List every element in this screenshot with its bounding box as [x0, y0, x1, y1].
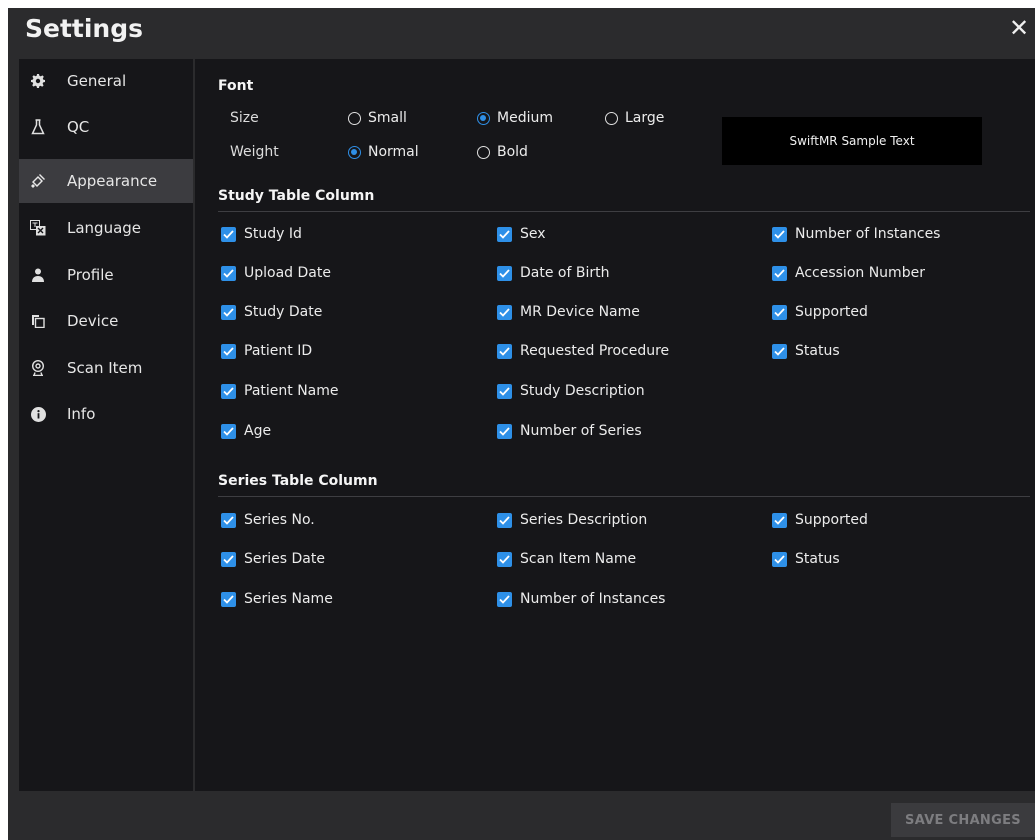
sidebar-item-language[interactable]: Language — [19, 206, 193, 250]
radio-size-large[interactable]: Large — [605, 110, 664, 126]
translate-icon — [29, 219, 47, 237]
checkbox-patient-name[interactable]: Patient Name — [221, 383, 339, 399]
sidebar-item-label: Profile — [67, 266, 114, 284]
check-icon — [221, 512, 236, 528]
checkbox-date-of-birth[interactable]: Date of Birth — [497, 265, 609, 281]
checkbox-requested-procedure[interactable]: Requested Procedure — [497, 343, 669, 359]
checkbox-supported[interactable]: Supported — [772, 304, 868, 320]
close-icon[interactable]: ✕ — [1007, 14, 1031, 42]
settings-sidebar: General QC Appearance Language Profile D… — [19, 59, 193, 791]
check-icon — [221, 423, 236, 439]
check-icon — [497, 304, 512, 320]
checkbox-patient-id[interactable]: Patient ID — [221, 343, 312, 359]
check-icon — [497, 591, 512, 607]
radio-circle — [605, 111, 618, 125]
sidebar-item-label: Scan Item — [67, 359, 143, 377]
check-icon — [772, 512, 787, 528]
section-divider — [218, 496, 1030, 497]
sidebar-item-label: Device — [67, 312, 119, 330]
user-icon — [29, 266, 47, 284]
checkbox-sex[interactable]: Sex — [497, 226, 546, 242]
radio-circle — [477, 145, 490, 159]
checkbox-series-no[interactable]: Series No. — [221, 512, 315, 528]
sidebar-item-info[interactable]: Info — [19, 392, 193, 436]
checkbox-series-description[interactable]: Series Description — [497, 512, 647, 528]
webcam-icon — [29, 359, 47, 377]
checkbox-scan-item-name[interactable]: Scan Item Name — [497, 551, 636, 567]
check-icon — [221, 265, 236, 281]
section-divider — [218, 211, 1030, 212]
checkbox-study-description[interactable]: Study Description — [497, 383, 645, 399]
checkbox-series-supported[interactable]: Supported — [772, 512, 868, 528]
sidebar-item-scan-item[interactable]: Scan Item — [19, 346, 193, 390]
gear-icon — [29, 72, 47, 90]
check-icon — [772, 265, 787, 281]
series-table-section-title: Series Table Column — [218, 473, 378, 489]
paint-brush-icon — [29, 172, 47, 190]
check-icon — [772, 343, 787, 359]
checkbox-accession-number[interactable]: Accession Number — [772, 265, 925, 281]
info-icon — [29, 405, 47, 423]
sidebar-item-appearance[interactable]: Appearance — [19, 159, 193, 203]
sidebar-item-label: Appearance — [67, 172, 158, 190]
checkbox-number-of-instances[interactable]: Number of Instances — [772, 226, 940, 242]
appearance-panel: Font Size Small Medium Large Weight Norm… — [195, 59, 1035, 791]
checkbox-series-name[interactable]: Series Name — [221, 591, 333, 607]
check-icon — [497, 343, 512, 359]
sidebar-item-label: General — [67, 72, 127, 90]
sidebar-item-label: Info — [67, 405, 96, 423]
dialog-title: Settings — [25, 14, 144, 43]
check-icon — [497, 423, 512, 439]
checkbox-age[interactable]: Age — [221, 423, 271, 439]
checkbox-mr-device-name[interactable]: MR Device Name — [497, 304, 640, 320]
checkbox-series-date[interactable]: Series Date — [221, 551, 325, 567]
checkbox-number-of-series[interactable]: Number of Series — [497, 423, 642, 439]
sidebar-item-profile[interactable]: Profile — [19, 253, 193, 297]
radio-size-small[interactable]: Small — [348, 110, 407, 126]
settings-dialog: Settings ✕ General QC Appearance Languag — [8, 8, 1035, 840]
sidebar-item-label: QC — [67, 118, 90, 136]
radio-circle — [348, 111, 361, 125]
check-icon — [772, 304, 787, 320]
font-sample-preview: SwiftMR Sample Text — [722, 117, 982, 165]
sidebar-item-qc[interactable]: QC — [19, 105, 193, 149]
sidebar-item-device[interactable]: Device — [19, 299, 193, 343]
check-icon — [497, 383, 512, 399]
check-icon — [221, 343, 236, 359]
check-icon — [497, 226, 512, 242]
checkbox-study-date[interactable]: Study Date — [221, 304, 322, 320]
radio-weight-normal[interactable]: Normal — [348, 144, 419, 160]
check-icon — [221, 551, 236, 567]
checkbox-series-status[interactable]: Status — [772, 551, 840, 567]
sidebar-item-general[interactable]: General — [19, 59, 193, 103]
checkbox-study-id[interactable]: Study Id — [221, 226, 302, 242]
radio-weight-bold[interactable]: Bold — [477, 144, 528, 160]
study-table-section-title: Study Table Column — [218, 188, 375, 204]
font-section-title: Font — [218, 78, 254, 94]
check-icon — [221, 226, 236, 242]
radio-circle — [477, 111, 490, 125]
check-icon — [221, 383, 236, 399]
font-size-label: Size — [230, 110, 259, 126]
check-icon — [221, 304, 236, 320]
font-weight-label: Weight — [230, 144, 279, 160]
check-icon — [221, 591, 236, 607]
checkbox-series-number-of-instances[interactable]: Number of Instances — [497, 591, 665, 607]
check-icon — [497, 551, 512, 567]
radio-size-medium[interactable]: Medium — [477, 110, 553, 126]
check-icon — [497, 512, 512, 528]
sidebar-item-label: Language — [67, 219, 142, 237]
copy-icon — [29, 312, 47, 330]
flask-icon — [29, 118, 47, 136]
checkbox-status[interactable]: Status — [772, 343, 840, 359]
check-icon — [772, 551, 787, 567]
check-icon — [772, 226, 787, 242]
save-changes-button[interactable]: SAVE CHANGES — [891, 803, 1035, 837]
check-icon — [497, 265, 512, 281]
radio-circle — [348, 145, 361, 159]
checkbox-upload-date[interactable]: Upload Date — [221, 265, 331, 281]
